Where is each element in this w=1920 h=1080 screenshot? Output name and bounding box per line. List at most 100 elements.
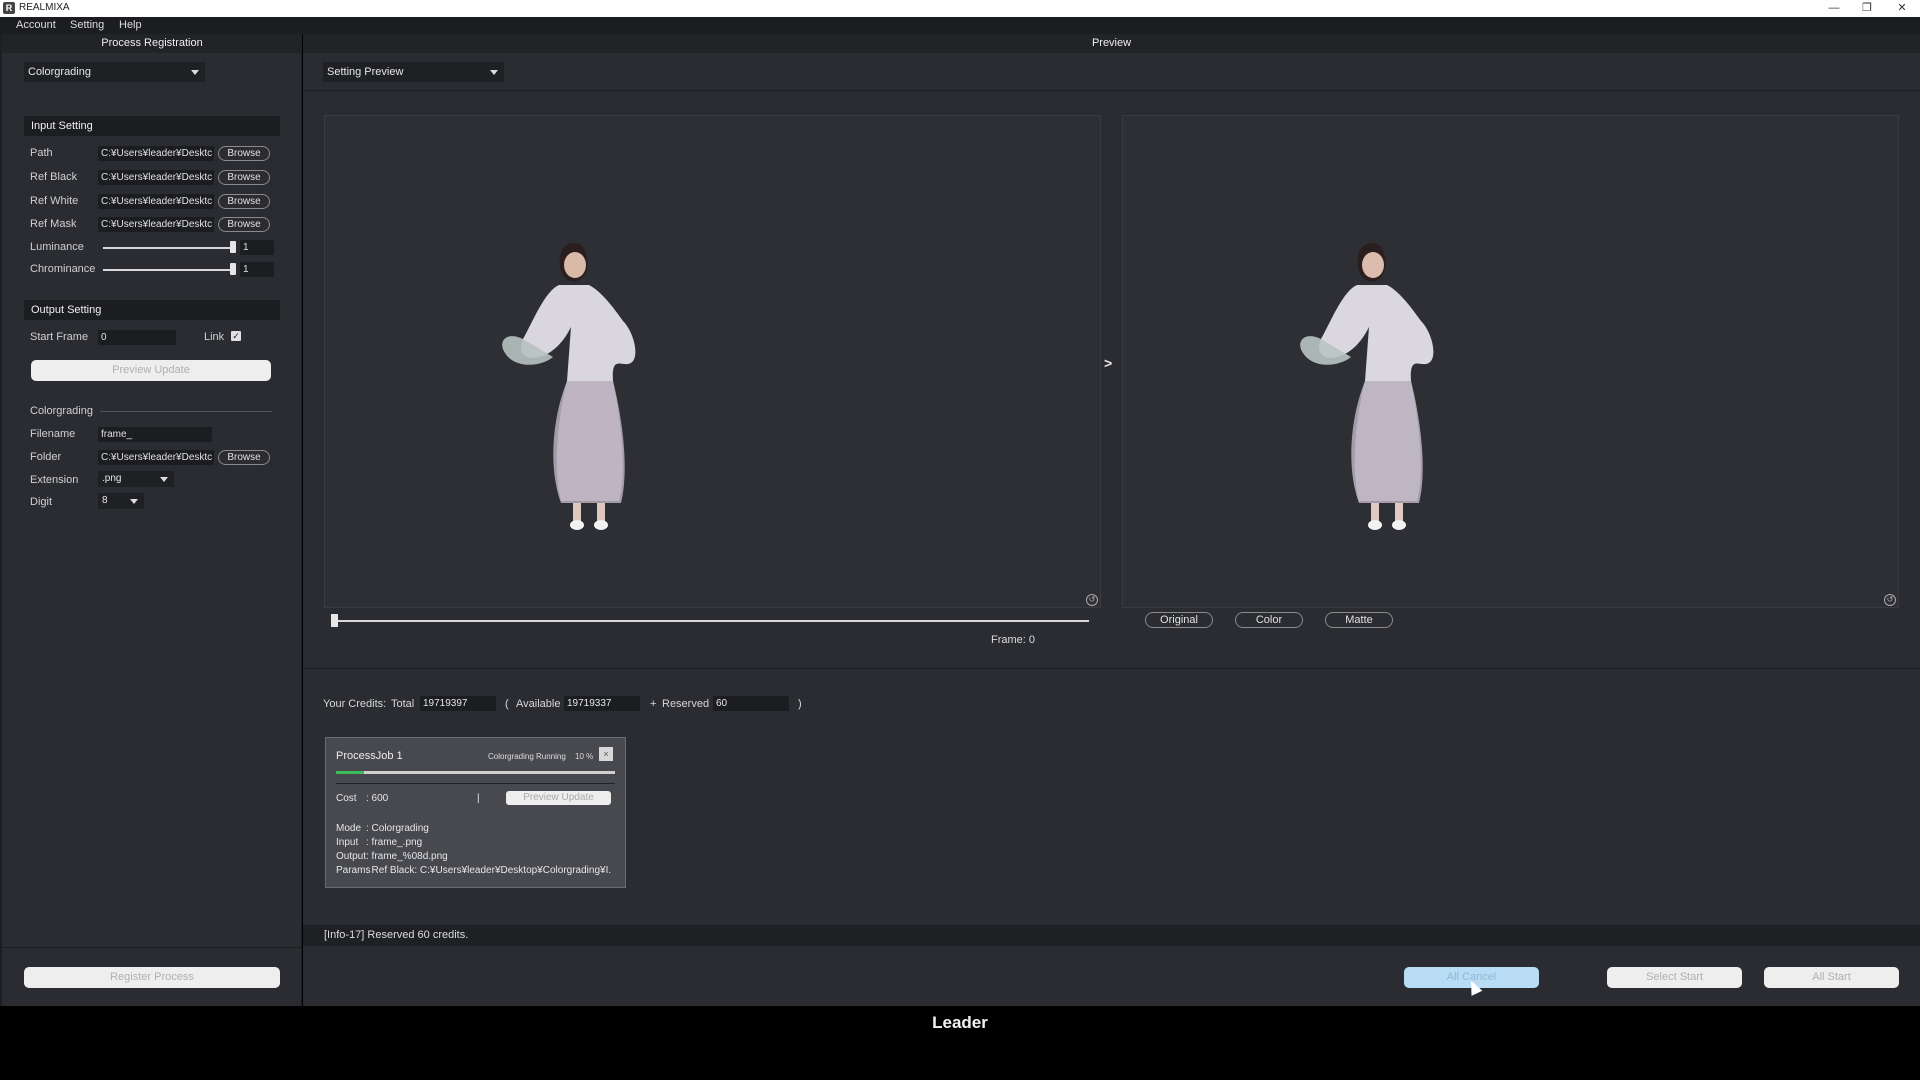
job-output-key: Output: [336, 851, 367, 862]
matte-view-button[interactable]: Matte: [1325, 612, 1393, 628]
mode-select[interactable]: Colorgrading: [24, 62, 205, 82]
frame-slider-track[interactable]: [332, 620, 1089, 622]
job-percent: 10 %: [575, 752, 594, 761]
credits-reserved-value: 60: [713, 696, 789, 711]
credits-total-label: Total: [391, 698, 415, 710]
register-process-button[interactable]: Register Process: [24, 967, 280, 988]
job-preview-update-button[interactable]: Preview Update: [506, 791, 611, 805]
frame-readout: Frame: 0: [991, 634, 1035, 646]
ref-mask-field[interactable]: C:¥Users¥leader¥Desktc: [98, 217, 214, 232]
job-input-key: Input: [336, 837, 359, 848]
minimize-button[interactable]: —: [1820, 0, 1848, 17]
setting-preview-select[interactable]: Setting Preview: [323, 62, 504, 82]
ref-mask-label: Ref Mask: [30, 218, 77, 230]
chrominance-slider-handle[interactable]: [230, 263, 236, 275]
job-cost-value: : 600: [366, 793, 389, 804]
chevron-down-icon: [130, 499, 138, 504]
menu-setting[interactable]: Setting: [70, 19, 104, 31]
chrominance-value-field[interactable]: 1: [240, 262, 274, 277]
chrominance-slider-track[interactable]: [103, 269, 234, 271]
colorgrading-heading: Colorgrading: [30, 405, 93, 417]
menu-help[interactable]: Help: [119, 19, 142, 31]
credits-open-paren: (: [505, 698, 509, 710]
path-label: Path: [30, 147, 53, 159]
ref-white-browse-button[interactable]: Browse: [218, 194, 270, 209]
ref-mask-browse-button[interactable]: Browse: [218, 217, 270, 232]
processed-preview-viewport[interactable]: ↺: [1122, 115, 1899, 608]
credits-available-label: Available: [516, 698, 561, 710]
ref-black-browse-button[interactable]: Browse: [218, 170, 270, 185]
job-progress-fill: [336, 771, 364, 774]
job-cost-separator: |: [477, 793, 480, 804]
input-setting-heading: Input Setting: [24, 116, 280, 136]
process-registration-panel: Process Registration Colorgrading Input …: [0, 34, 302, 1006]
frame-label: Frame:: [991, 634, 1026, 646]
filename-field[interactable]: frame_: [98, 427, 212, 442]
dancer-image-left: [502, 243, 636, 530]
original-view-button[interactable]: Original: [1145, 612, 1213, 628]
credits-label: Your Credits:: [323, 698, 387, 710]
preview-arrow: >: [1104, 355, 1113, 371]
close-window-button[interactable]: ✕: [1888, 0, 1916, 17]
path-browse-button[interactable]: Browse: [218, 146, 270, 161]
path-field[interactable]: C:¥Users¥leader¥Desktc: [98, 146, 214, 161]
credits-available-value: 19719337: [564, 696, 640, 711]
select-start-button[interactable]: Select Start: [1607, 967, 1742, 988]
folder-browse-button[interactable]: Browse: [218, 450, 270, 465]
frame-value: 0: [1028, 634, 1036, 646]
chevron-down-icon: [490, 70, 498, 75]
luminance-slider-handle[interactable]: [230, 241, 236, 253]
job-status: Colorgrading Running: [488, 752, 566, 761]
ref-white-label: Ref White: [30, 195, 79, 207]
close-icon[interactable]: ×: [599, 747, 613, 761]
preview-divider: [303, 668, 1920, 669]
luminance-slider-track[interactable]: [103, 247, 234, 249]
color-view-button[interactable]: Color: [1235, 612, 1303, 628]
link-checkbox[interactable]: ✓: [231, 331, 241, 341]
job-params-value: : Ref Black: C:¥Users¥leader¥Desktop¥Col…: [366, 865, 612, 876]
credits-reserved-label: Reserved: [662, 698, 710, 710]
left-footer-divider: [2, 947, 302, 948]
job-progress-bar: [336, 771, 615, 774]
extension-label: Extension: [30, 474, 79, 486]
menu-account[interactable]: Account: [16, 19, 56, 31]
preview-title: Preview: [303, 34, 1920, 53]
all-start-button[interactable]: All Start: [1764, 967, 1899, 988]
setting-preview-value: Setting Preview: [327, 66, 404, 78]
restore-button[interactable]: ❐: [1853, 0, 1881, 17]
app-icon: R: [3, 2, 15, 14]
filename-label: Filename: [30, 428, 76, 440]
reset-view-icon[interactable]: ↺: [1884, 594, 1896, 606]
chevron-down-icon: [160, 477, 168, 482]
start-frame-field[interactable]: 0: [98, 330, 176, 345]
colorgrading-divider: [100, 411, 272, 412]
job-mode-value: : Colorgrading: [366, 823, 429, 834]
job-output-value: : frame_%08d.png: [366, 851, 448, 862]
original-preview-viewport[interactable]: ↺: [324, 115, 1101, 608]
folder-field[interactable]: C:¥Users¥leader¥Desktc: [98, 450, 214, 465]
digit-select[interactable]: 8: [98, 493, 144, 509]
credits-close-paren: ): [798, 698, 802, 710]
ref-white-field[interactable]: C:¥Users¥leader¥Desktc: [98, 194, 214, 209]
menu-bar: Account Setting Help: [0, 17, 1920, 34]
window-title: REALMIXA: [19, 2, 70, 13]
process-job-card[interactable]: ProcessJob 1 Colorgrading Running 10 % ×…: [325, 737, 626, 888]
chevron-down-icon: [191, 70, 199, 75]
preview-update-button[interactable]: Preview Update: [31, 360, 271, 381]
credits-plus: +: [650, 698, 657, 710]
ref-black-field[interactable]: C:¥Users¥leader¥Desktc: [98, 170, 214, 185]
frame-slider-handle[interactable]: [331, 614, 338, 627]
reset-view-icon[interactable]: ↺: [1086, 594, 1098, 606]
mode-select-value: Colorgrading: [28, 66, 91, 78]
extension-select[interactable]: .png: [98, 471, 174, 487]
info-message: [Info-17] Reserved 60 credits.: [324, 929, 469, 941]
job-mode-key: Mode: [336, 823, 362, 834]
preview-toolbar: [303, 53, 1920, 91]
job-title: ProcessJob 1: [336, 750, 403, 762]
credits-total-value: 19719397: [420, 696, 496, 711]
start-frame-label: Start Frame: [30, 331, 89, 343]
folder-label: Folder: [30, 451, 62, 463]
ref-black-label: Ref Black: [30, 171, 78, 183]
luminance-value-field[interactable]: 1: [240, 240, 274, 255]
job-cost-label: Cost: [336, 793, 357, 804]
